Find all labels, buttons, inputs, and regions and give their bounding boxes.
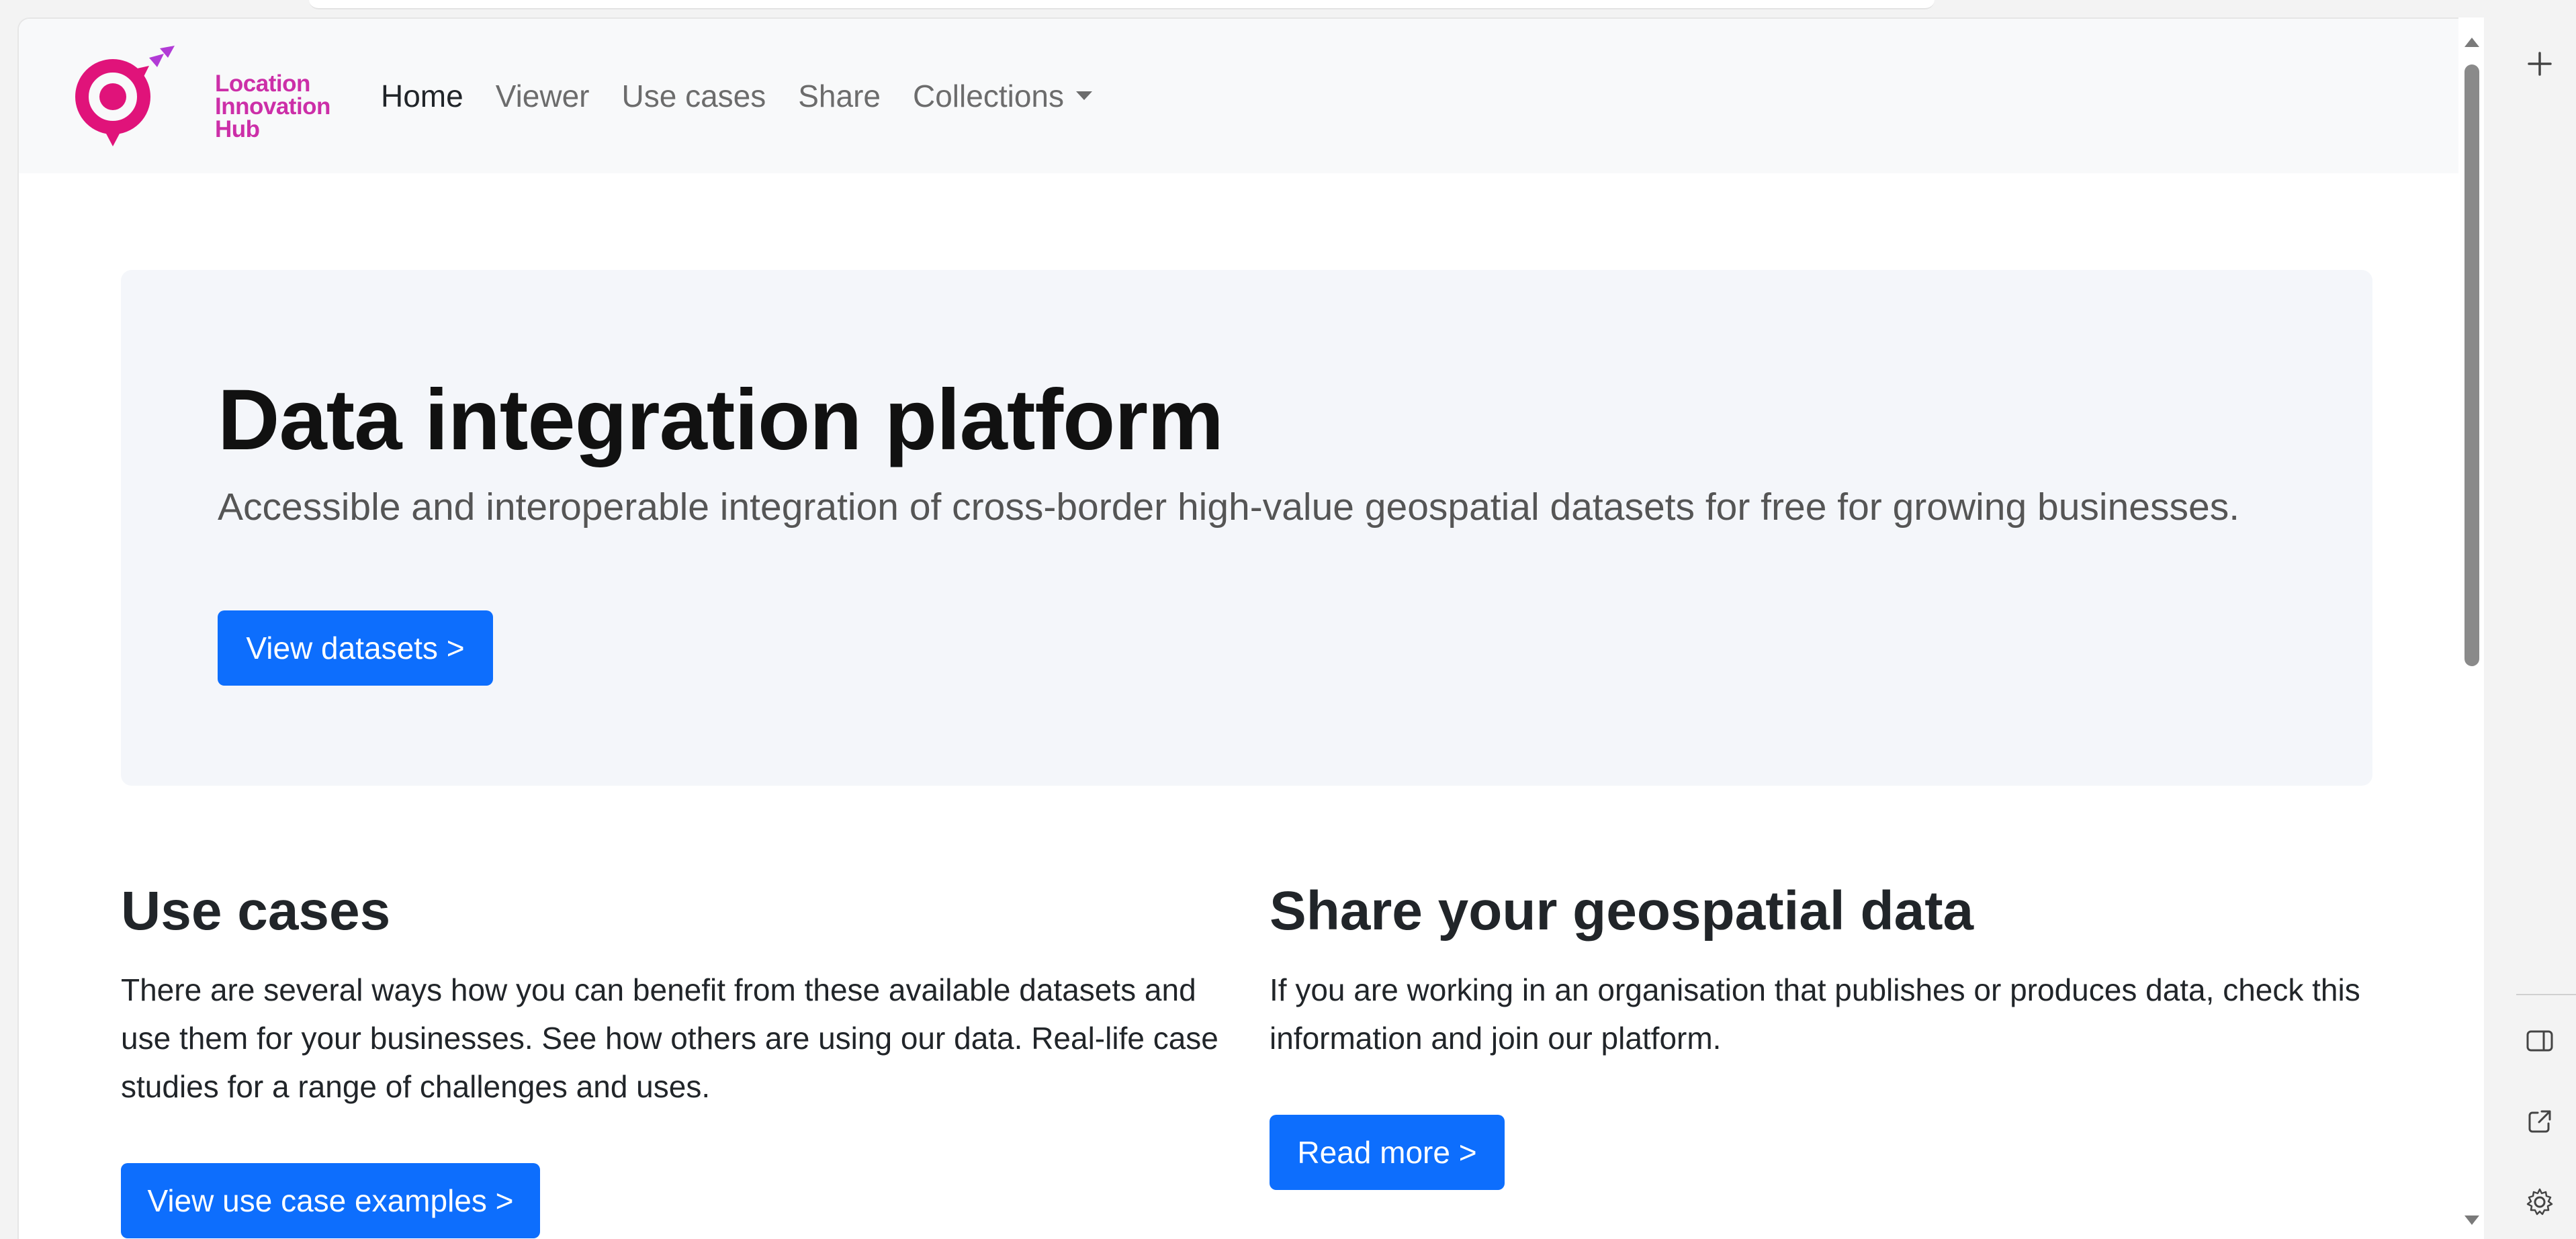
address-bar[interactable] [309,0,1935,9]
nav-item-home[interactable]: Home [365,78,480,114]
page-scrollbar[interactable] [2458,17,2484,1239]
side-panel-divider [2516,994,2576,995]
hero-title: Data integration platform [218,372,1224,468]
nav-links: Home Viewer Use cases Share Collections [365,19,1108,173]
settings-gear-icon[interactable] [2523,1185,2557,1219]
view-use-case-examples-button[interactable]: View use case examples > [121,1163,540,1238]
use-cases-heading: Use cases [121,880,391,942]
scroll-up-arrow-icon[interactable] [2464,38,2479,47]
nav-item-use-cases[interactable]: Use cases [606,78,783,114]
nav-item-share[interactable]: Share [782,78,897,114]
brand-line: Hub [215,116,260,142]
sidebar-toggle-icon[interactable] [2523,1024,2557,1058]
use-cases-text: There are several ways how you can benef… [121,972,1218,1104]
brand-line: Innovation [215,93,330,120]
plus-icon[interactable] [2523,47,2557,81]
navbar: Location Innovation Hub Home Viewer Use … [19,19,2476,173]
share-data-heading: Share your geospatial data [1270,880,1974,942]
hero-section: Data integration platform Accessible and… [121,270,2372,786]
brand-wordmark: Location Innovation Hub [215,71,349,142]
share-data-text: If you are working in an organisation th… [1270,972,2360,1056]
nav-item-viewer[interactable]: Viewer [480,78,606,114]
view-datasets-button[interactable]: View datasets > [218,610,493,686]
caret-down-icon [1076,91,1092,101]
nav-item-collections-label: Collections [913,79,1064,113]
brand-logo[interactable]: Location Innovation Hub [67,46,330,153]
hero-lead: Accessible and interoperable integration… [218,486,2240,529]
nav-item-collections-dropdown[interactable]: Collections [897,78,1108,114]
page-viewport: Location Innovation Hub Home Viewer Use … [17,17,2476,1239]
browser-side-panel [2503,0,2576,1239]
read-more-button[interactable]: Read more > [1270,1115,1505,1190]
scroll-down-arrow-icon[interactable] [2464,1215,2479,1225]
location-pin-logo-icon [75,46,175,146]
browser-top-strip [0,0,2576,17]
brand-line: Location [215,71,310,97]
scroll-thumb[interactable] [2464,64,2479,666]
open-external-icon[interactable] [2523,1105,2557,1138]
